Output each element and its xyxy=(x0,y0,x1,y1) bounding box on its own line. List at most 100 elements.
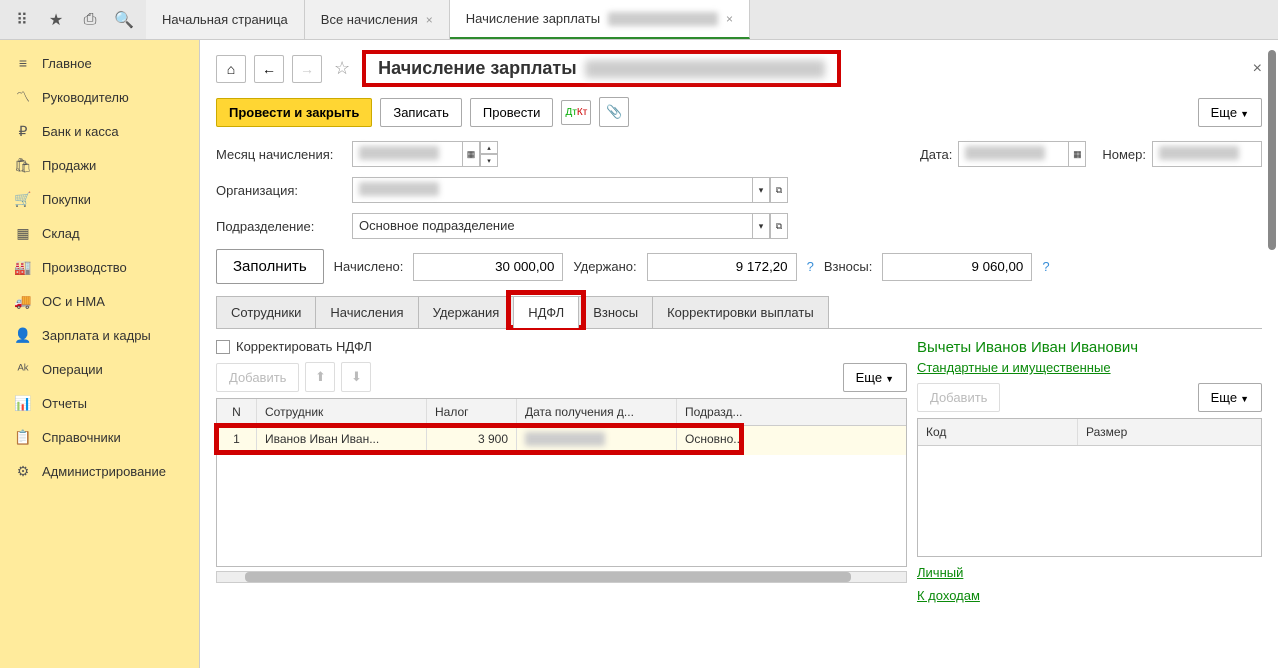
sidebar-item-label: Зарплата и кадры xyxy=(42,328,151,343)
page-title-highlight: Начисление зарплаты xyxy=(362,50,840,87)
favorite-icon[interactable]: ☆ xyxy=(330,58,354,79)
gear-icon: ⚙ xyxy=(14,462,32,480)
tab-subtitle-blur xyxy=(608,12,718,26)
factory-icon: 🏭 xyxy=(14,258,32,276)
tab-corrections[interactable]: Корректировки выплаты xyxy=(652,296,829,328)
contrib-value[interactable] xyxy=(882,253,1032,281)
tab-employees[interactable]: Сотрудники xyxy=(216,296,316,328)
more-button[interactable]: Еще▼ xyxy=(843,363,907,392)
help-icon[interactable]: ? xyxy=(807,259,814,274)
sidebar-item-label: ОС и НМА xyxy=(42,294,105,309)
open-icon[interactable]: ⧉ xyxy=(770,177,788,203)
move-up-button[interactable]: ⬆ xyxy=(305,362,335,392)
table-row[interactable]: 1 Иванов Иван Иван... 3 900 Основно... xyxy=(217,426,906,455)
more-button[interactable]: Еще▼ xyxy=(1198,383,1262,412)
add-deduction-button[interactable]: Добавить xyxy=(917,383,1000,412)
spin-up[interactable]: ▴ xyxy=(480,141,498,154)
sidebar-item-production[interactable]: 🏭 Производство xyxy=(0,250,199,284)
add-button[interactable]: Добавить xyxy=(216,363,299,392)
col-code[interactable]: Код xyxy=(918,419,1078,445)
dt-kt-button[interactable]: ДтКт xyxy=(561,100,591,125)
accrued-value[interactable] xyxy=(413,253,563,281)
col-employee[interactable]: Сотрудник xyxy=(257,399,427,425)
number-label: Номер: xyxy=(1102,147,1146,162)
back-button[interactable]: ← xyxy=(254,55,284,83)
tab-accruals[interactable]: Начисления xyxy=(315,296,418,328)
apps-icon[interactable]: ⠿ xyxy=(8,6,36,34)
home-button[interactable]: ⌂ xyxy=(216,55,246,83)
post-and-close-button[interactable]: Провести и закрыть xyxy=(216,98,372,127)
more-button[interactable]: Еще▼ xyxy=(1198,98,1262,127)
close-button[interactable]: × xyxy=(1253,60,1262,78)
col-dept[interactable]: Подразд... xyxy=(677,399,906,425)
page-title: Начисление зарплаты xyxy=(378,58,576,79)
contrib-label: Взносы: xyxy=(824,259,873,274)
number-input[interactable] xyxy=(1152,141,1262,167)
open-icon[interactable]: ⧉ xyxy=(770,213,788,239)
income-link[interactable]: К доходам xyxy=(917,588,980,603)
sidebar-item-bank[interactable]: ₽Банк и касса xyxy=(0,114,199,148)
truck-icon: 🚚 xyxy=(14,292,32,310)
sidebar-item-reports[interactable]: 📊Отчеты xyxy=(0,386,199,420)
date-input[interactable] xyxy=(958,141,1068,167)
menu-icon: ≡ xyxy=(14,54,32,72)
col-n[interactable]: N xyxy=(217,399,257,425)
scrollbar[interactable] xyxy=(1268,50,1276,250)
sidebar-item-warehouse[interactable]: ▦Склад xyxy=(0,216,199,250)
attach-button[interactable]: 📎 xyxy=(599,97,629,127)
sidebar-item-main[interactable]: ≡Главное xyxy=(0,46,199,80)
tab-ndfl[interactable]: НДФЛ xyxy=(513,296,579,328)
sidebar-item-payroll[interactable]: 👤Зарплата и кадры xyxy=(0,318,199,352)
calendar-icon[interactable]: ▦ xyxy=(1068,141,1086,167)
close-icon[interactable]: × xyxy=(726,12,733,26)
col-size[interactable]: Размер xyxy=(1078,419,1261,445)
tab-home[interactable]: Начальная страница xyxy=(146,0,305,39)
tab-withholdings[interactable]: Удержания xyxy=(418,296,515,328)
h-scrollbar[interactable] xyxy=(216,571,907,583)
move-down-button[interactable]: ⬇ xyxy=(341,362,371,392)
sidebar-item-label: Покупки xyxy=(42,192,91,207)
correct-ndfl-label: Корректировать НДФЛ xyxy=(236,339,372,354)
sidebar-item-admin[interactable]: ⚙Администрирование xyxy=(0,454,199,488)
org-input[interactable] xyxy=(352,177,752,203)
personal-link[interactable]: Личный xyxy=(917,565,963,580)
post-button[interactable]: Провести xyxy=(470,98,554,127)
col-tax[interactable]: Налог xyxy=(427,399,517,425)
search-icon[interactable]: 🔍 xyxy=(110,6,138,34)
sidebar-item-label: Производство xyxy=(42,260,127,275)
col-date[interactable]: Дата получения д... xyxy=(517,399,677,425)
tab-payroll[interactable]: Начисление зарплаты × xyxy=(450,0,750,39)
month-input[interactable] xyxy=(352,141,462,167)
fill-button[interactable]: Заполнить xyxy=(216,249,324,284)
withheld-value[interactable] xyxy=(647,253,797,281)
org-label: Организация: xyxy=(216,183,346,198)
report-icon: 📊 xyxy=(14,394,32,412)
sidebar-item-label: Склад xyxy=(42,226,80,241)
spin-down[interactable]: ▾ xyxy=(480,154,498,167)
sidebar-item-refs[interactable]: 📋Справочники xyxy=(0,420,199,454)
forward-button[interactable]: → xyxy=(292,55,322,83)
star-icon[interactable]: ★ xyxy=(42,6,70,34)
sidebar-item-operations[interactable]: ᴬᵏОперации xyxy=(0,352,199,386)
sidebar-item-label: Продажи xyxy=(42,158,96,173)
correct-ndfl-checkbox[interactable] xyxy=(216,340,230,354)
dropdown-icon[interactable]: ▾ xyxy=(752,213,770,239)
cell-employee: Иванов Иван Иван... xyxy=(257,426,427,455)
dept-input[interactable]: Основное подразделение xyxy=(352,213,752,239)
sidebar-item-assets[interactable]: 🚚 ОС и НМА xyxy=(0,284,199,318)
history-icon[interactable]: ⎙ xyxy=(76,6,104,34)
close-icon[interactable]: × xyxy=(426,13,433,27)
sidebar-item-purchases[interactable]: 🛒Покупки xyxy=(0,182,199,216)
date-label: Дата: xyxy=(920,147,952,162)
dropdown-icon[interactable]: ▾ xyxy=(752,177,770,203)
std-deductions-link[interactable]: Стандартные и имущественные xyxy=(917,360,1111,375)
save-button[interactable]: Записать xyxy=(380,98,462,127)
help-icon[interactable]: ? xyxy=(1042,259,1049,274)
sidebar-item-sales[interactable]: 🛍Продажи xyxy=(0,148,199,182)
sidebar-item-manager[interactable]: 〽Руководителю xyxy=(0,80,199,114)
tab-all-accruals[interactable]: Все начисления × xyxy=(305,0,450,39)
sidebar-item-label: Руководителю xyxy=(42,90,129,105)
tab-label: Все начисления xyxy=(321,12,418,27)
calendar-icon[interactable]: ▦ xyxy=(462,141,480,167)
tab-contrib[interactable]: Взносы xyxy=(578,296,653,328)
